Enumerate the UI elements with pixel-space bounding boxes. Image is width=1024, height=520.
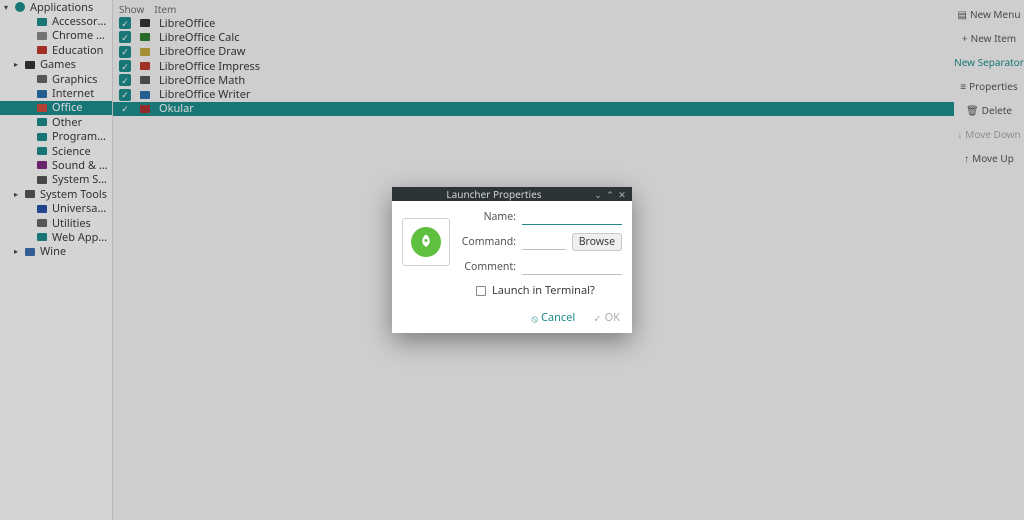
dialog-titlebar[interactable]: Launcher Properties ⌄ ⌃ ✕ [392,187,632,201]
name-input[interactable] [522,209,622,225]
terminal-checkbox[interactable] [476,286,486,296]
comment-label: Comment: [456,260,516,274]
terminal-label: Launch in Terminal? [492,283,595,298]
command-input[interactable] [522,234,566,250]
ok-button[interactable]: ✓ OK [593,310,620,325]
window-maximize-icon[interactable]: ⌃ [604,188,616,201]
cancel-icon: ⦸ [531,311,538,325]
dialog-title: Launcher Properties [396,187,592,201]
modal-overlay: Launcher Properties ⌄ ⌃ ✕ Name: Command: [0,0,1024,520]
window-minimize-icon[interactable]: ⌄ [592,188,604,201]
rocket-icon [411,227,441,257]
browse-button[interactable]: Browse [572,233,622,251]
check-icon: ✓ [593,311,601,325]
menu-editor-main: ▾ Applications AccessoriesChrome AppsEdu… [0,0,1024,520]
launcher-properties-dialog: Launcher Properties ⌄ ⌃ ✕ Name: Command: [392,187,632,333]
launcher-icon-chooser[interactable] [402,218,450,266]
name-label: Name: [456,210,516,224]
cancel-button[interactable]: ⦸ Cancel [531,310,575,325]
command-label: Command: [456,235,516,249]
dialog-body: Name: Command: Browse Comment: Launch in… [392,201,632,333]
comment-input[interactable] [522,259,622,275]
window-close-icon[interactable]: ✕ [616,188,628,201]
